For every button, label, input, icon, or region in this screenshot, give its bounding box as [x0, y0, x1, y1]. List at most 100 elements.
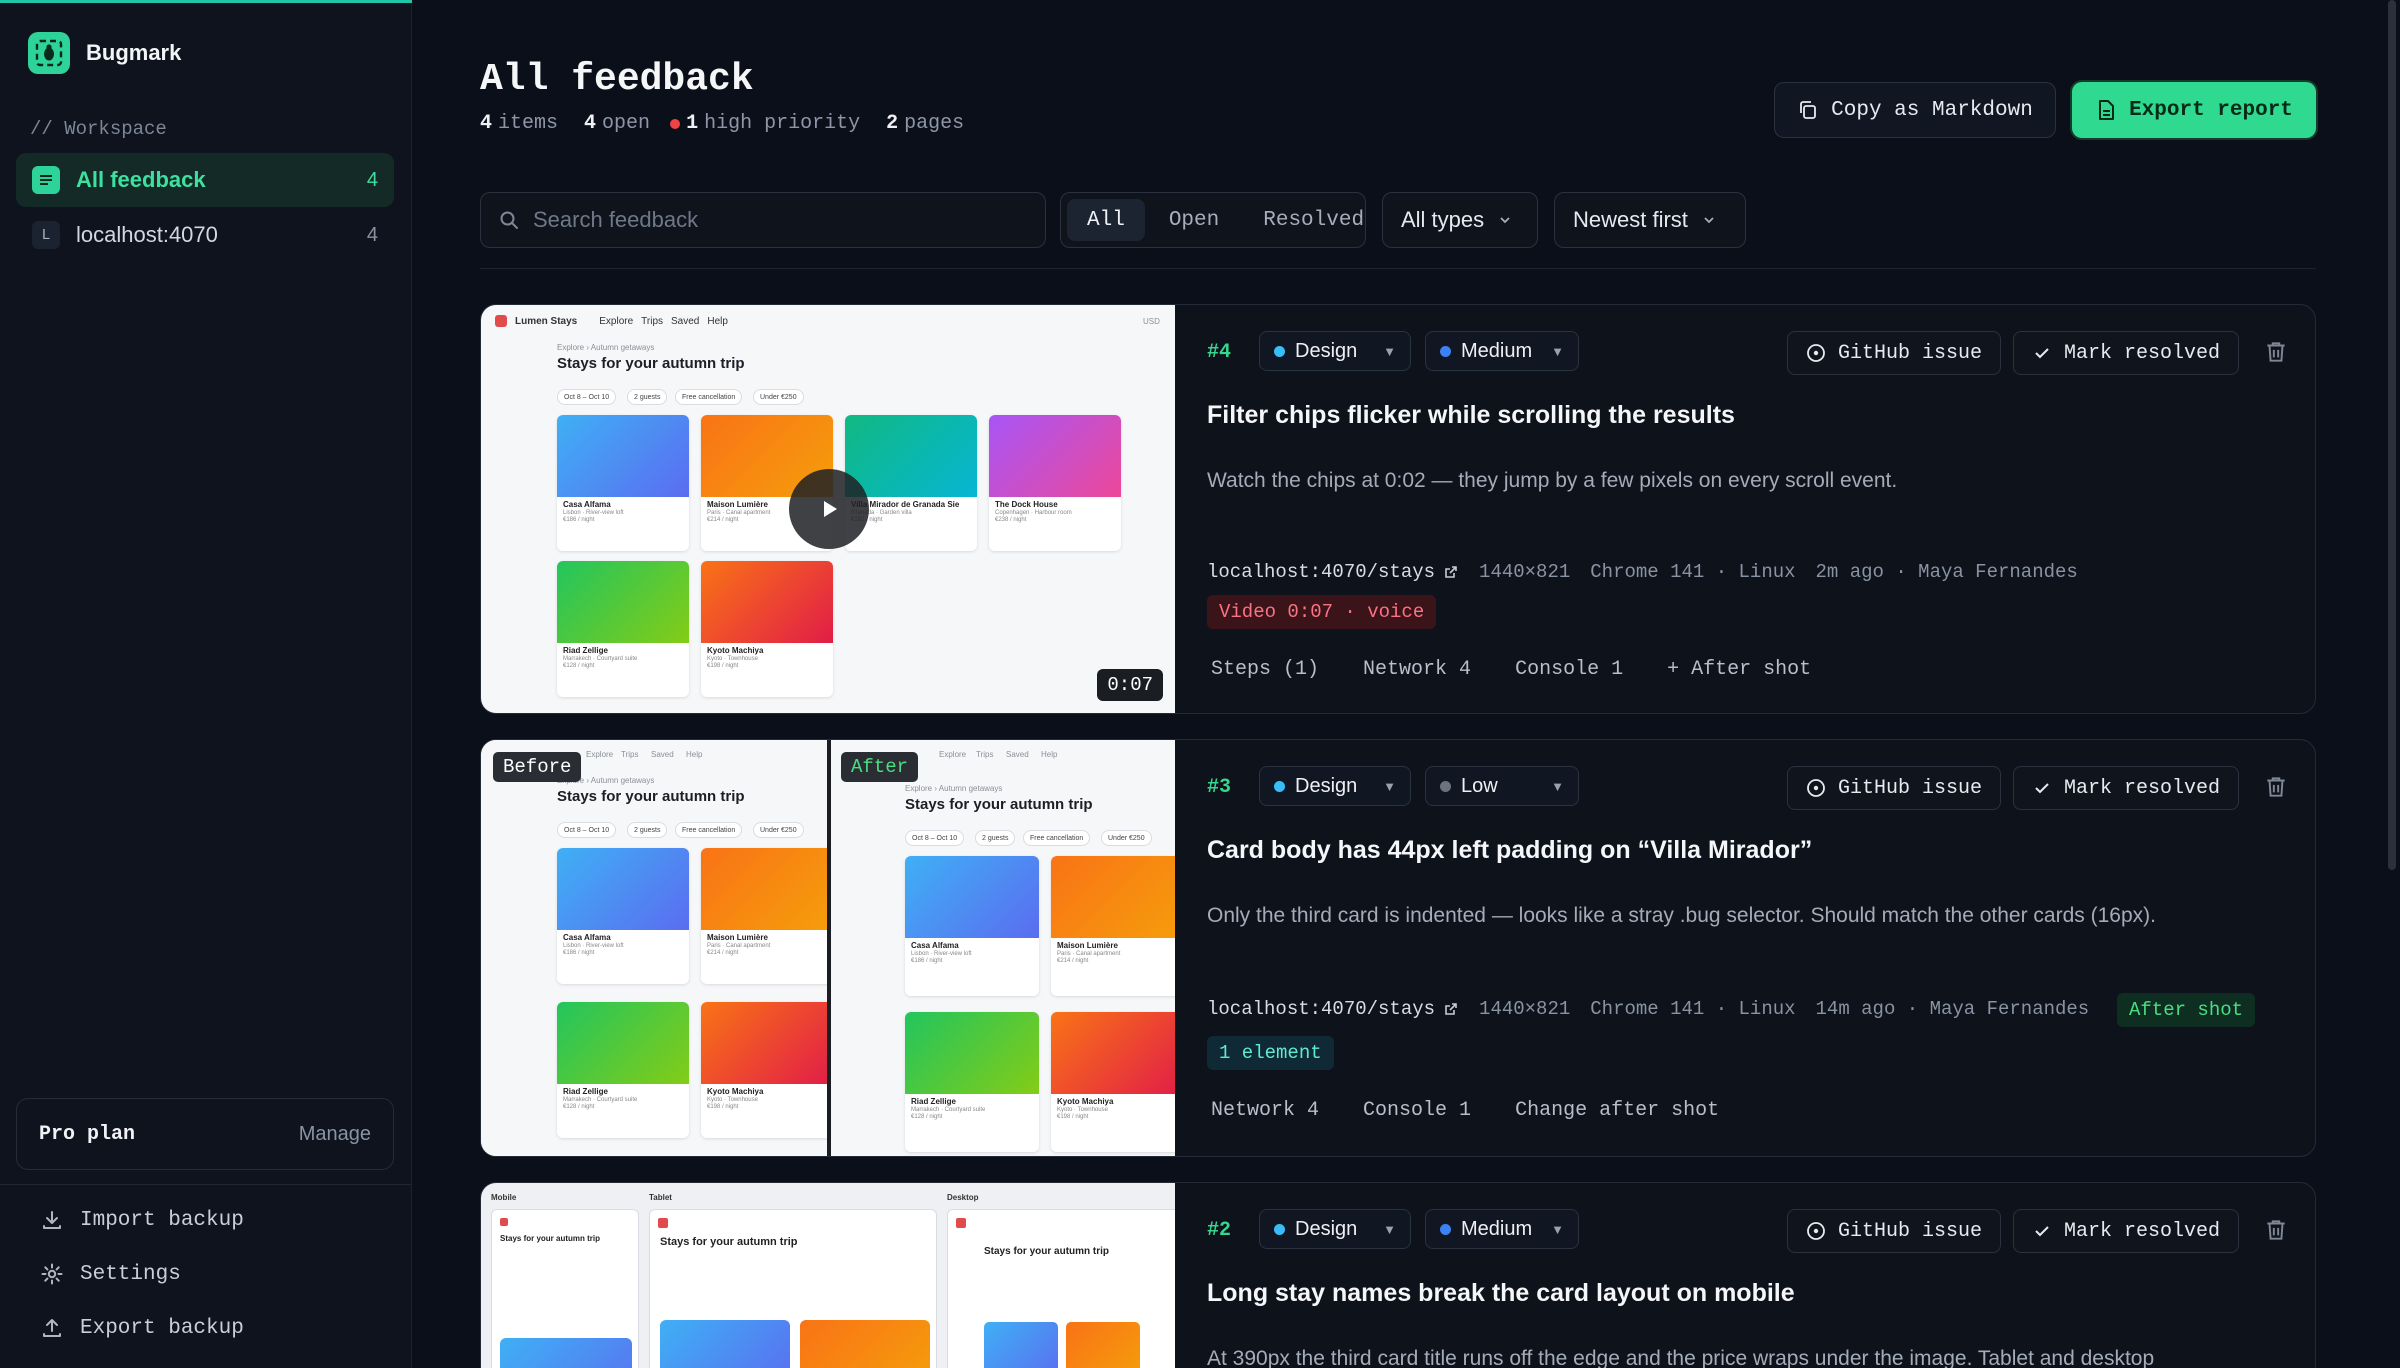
segment-open[interactable]: Open	[1149, 199, 1239, 241]
page-title: All feedback	[480, 58, 754, 101]
mock-chip: Free cancellation	[675, 389, 743, 405]
export-backup-label: Export backup	[80, 1316, 244, 1340]
priority-select[interactable]: Medium ▼	[1425, 1209, 1579, 1249]
mock-breadcrumb: Explore › Autumn getaways	[905, 784, 1003, 793]
tab-steps[interactable]: Steps (1)	[1195, 649, 1335, 689]
tab-network[interactable]: Network 4	[1195, 1090, 1335, 1130]
mock-heading: Stays for your autumn trip	[557, 355, 745, 372]
tab-network[interactable]: Network 4	[1347, 649, 1487, 689]
mock-listing-card: Casa Alfama Lisbon · River-view loft €186 …	[557, 415, 689, 551]
mock-nav-item: Saved	[671, 315, 700, 327]
feedback-title[interactable]: Card body has 44px left padding on “Vill…	[1207, 836, 1812, 865]
video-tag: Video 0:07 · voice	[1207, 595, 1437, 629]
trash-icon[interactable]	[2263, 774, 2289, 800]
search-input[interactable]	[533, 207, 1013, 233]
mark-resolved-button[interactable]: Mark resolved	[2013, 766, 2240, 810]
divider	[0, 1184, 412, 1185]
chevron-down-icon: ▼	[1383, 343, 1396, 359]
feedback-title[interactable]: Long stay names break the card layout on…	[1207, 1279, 1795, 1308]
priority-select[interactable]: Medium ▼	[1425, 331, 1579, 371]
os: Linux	[1738, 561, 1796, 583]
viewport-size: 1440×821	[1479, 561, 1571, 583]
author: Maya Fernandes	[1929, 998, 2090, 1020]
after-shot-tag: After shot	[2117, 993, 2256, 1027]
sidebar-accent-line	[0, 0, 412, 3]
github-issue-button[interactable]: GitHub issue	[1787, 331, 2002, 375]
mock-listing-card: Kyoto Machiya Kyoto · Townhouse €198 / nig…	[1051, 1012, 1175, 1152]
priority-dot-icon	[1440, 1223, 1451, 1235]
mark-resolved-label: Mark resolved	[2064, 1219, 2221, 1243]
high-priority-dot-icon	[670, 118, 681, 129]
mark-resolved-button[interactable]: Mark resolved	[2013, 1209, 2240, 1253]
copy-icon	[1800, 101, 1817, 119]
feedback-id: #2	[1207, 1219, 1232, 1242]
page-url-link[interactable]: localhost:4070/stays	[1207, 998, 1459, 1020]
change-after-shot-button[interactable]: Change after shot	[1499, 1090, 1735, 1130]
status-segmented-control: All Open Resolved	[1060, 192, 1366, 248]
mock-listing-card: Riad Zellige Marrakech · Courtyard suite €…	[557, 1002, 689, 1138]
before-after-thumbnail[interactable]: Explore Trips Saved Help Explore › Autum…	[481, 740, 1175, 1156]
copy-markdown-button[interactable]: Copy as Markdown	[1774, 82, 2056, 138]
mark-resolved-button[interactable]: Mark resolved	[2013, 331, 2240, 375]
manage-plan-button[interactable]: Manage	[299, 1123, 371, 1146]
mock-nav-item: Saved	[1006, 750, 1029, 759]
feedback-id: #3	[1207, 776, 1232, 799]
feedback-card[interactable]: Explore Trips Saved Help Explore › Autum…	[480, 739, 2316, 1157]
trash-icon[interactable]	[2263, 1217, 2289, 1243]
browser: Chrome 141	[1590, 998, 1705, 1020]
sidebar-item-all-feedback[interactable]: All feedback 4	[16, 153, 394, 207]
priority-select[interactable]: Low ▼	[1425, 766, 1579, 806]
category-select[interactable]: Design ▼	[1259, 331, 1411, 371]
play-button[interactable]	[789, 469, 869, 549]
brand[interactable]: Bugmark	[28, 32, 181, 74]
segment-all[interactable]: All	[1067, 199, 1145, 241]
card-content: #4 Design ▼ Medium ▼ GitHub issue Mark res…	[1195, 305, 2315, 713]
mock-listing-card: Maison Lumière Paris · Canal apartment €21…	[701, 848, 827, 984]
scrollbar[interactable]	[2388, 0, 2396, 870]
feedback-title[interactable]: Filter chips flicker while scrolling the…	[1207, 401, 1735, 430]
search-box	[480, 192, 1046, 248]
feedback-card[interactable]: Lumen Stays Explore Trips Saved Help USD…	[480, 304, 2316, 714]
viewport-label: Desktop	[947, 1193, 979, 1202]
category-value: Design	[1295, 339, 1358, 362]
plan-box: Pro plan Manage	[16, 1098, 394, 1170]
tab-console[interactable]: Console 1	[1499, 649, 1639, 689]
page-url-link[interactable]: localhost:4070/stays	[1207, 561, 1459, 583]
priority-count: 1	[686, 112, 699, 135]
sort-select[interactable]: Newest first	[1554, 192, 1746, 248]
category-select[interactable]: Design ▼	[1259, 1209, 1411, 1249]
feedback-id: #4	[1207, 341, 1232, 364]
import-backup-link[interactable]: Import backup	[40, 1208, 244, 1232]
mock-listing-card: Kyoto Machiya Kyoto · Townhouse €198 / nig…	[701, 561, 833, 697]
download-icon	[43, 1211, 61, 1229]
trash-icon[interactable]	[2263, 339, 2289, 365]
issue-icon	[1807, 344, 1825, 362]
category-select[interactable]: Design ▼	[1259, 766, 1411, 806]
workspace-label: // Workspace	[30, 118, 167, 140]
tab-console[interactable]: Console 1	[1347, 1090, 1487, 1130]
add-after-shot-button[interactable]: + After shot	[1651, 649, 1827, 689]
mock-nav-item: Help	[686, 750, 703, 759]
type-select[interactable]: All types	[1382, 192, 1538, 248]
items-label: items	[498, 112, 559, 135]
card-content: #3 Design ▼ Low ▼ GitHub issue Mark resolv…	[1195, 740, 2315, 1156]
github-issue-button[interactable]: GitHub issue	[1787, 766, 2002, 810]
settings-label: Settings	[80, 1262, 181, 1286]
timestamp: 2m ago	[1815, 561, 1884, 583]
video-thumbnail[interactable]: Lumen Stays Explore Trips Saved Help USD…	[481, 305, 1175, 713]
mock-chip: 2 guests	[627, 389, 668, 405]
priority-dot-icon	[1440, 345, 1451, 357]
export-backup-link[interactable]: Export backup	[40, 1316, 244, 1340]
app-name: Bugmark	[86, 40, 182, 65]
segment-resolved[interactable]: Resolved	[1243, 199, 1384, 241]
priority-dot-icon	[1440, 780, 1451, 792]
responsive-thumbnail[interactable]: Mobile Tablet Desktop Stays for your aut…	[481, 1183, 1175, 1368]
priority-label: high priority	[704, 112, 861, 135]
issue-icon	[1807, 1222, 1825, 1240]
github-issue-button[interactable]: GitHub issue	[1787, 1209, 2002, 1253]
feedback-card[interactable]: Mobile Tablet Desktop Stays for your aut…	[480, 1182, 2316, 1368]
settings-link[interactable]: Settings	[40, 1262, 181, 1286]
sidebar-item-localhost[interactable]: L localhost:4070 4	[16, 208, 394, 262]
mock-nav-item: Explore	[586, 750, 614, 759]
export-report-button[interactable]: Export report	[2072, 82, 2316, 138]
